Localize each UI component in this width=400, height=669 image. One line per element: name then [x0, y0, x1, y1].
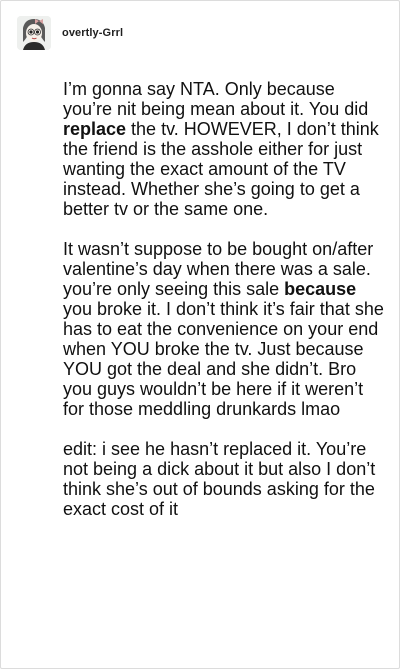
paragraph-3: edit: i see he hasn’t replaced it. You’r… [63, 439, 376, 519]
paragraph-1-bold: replace [63, 119, 127, 139]
paragraph-1-text-a: I’m gonna say NTA. Only because you’re n… [63, 79, 369, 119]
paragraph-1: I’m gonna say NTA. Only because you’re n… [63, 79, 385, 219]
paragraph-2: It wasn’t suppose to be bought on/after … [63, 239, 385, 419]
post-card: overtly-Grrl I’m gonna say NTA. Only bec… [0, 0, 400, 669]
paragraph-2-text-b: you broke it. I don’t think it’s fair th… [63, 299, 384, 419]
post-body: I’m gonna say NTA. Only because you’re n… [63, 79, 385, 539]
avatar-cartoon-icon [17, 16, 51, 50]
paragraph-2-bold: because [284, 279, 357, 299]
avatar[interactable] [17, 16, 51, 50]
username[interactable]: overtly-Grrl [62, 27, 123, 39]
post-header: overtly-Grrl [17, 15, 123, 51]
